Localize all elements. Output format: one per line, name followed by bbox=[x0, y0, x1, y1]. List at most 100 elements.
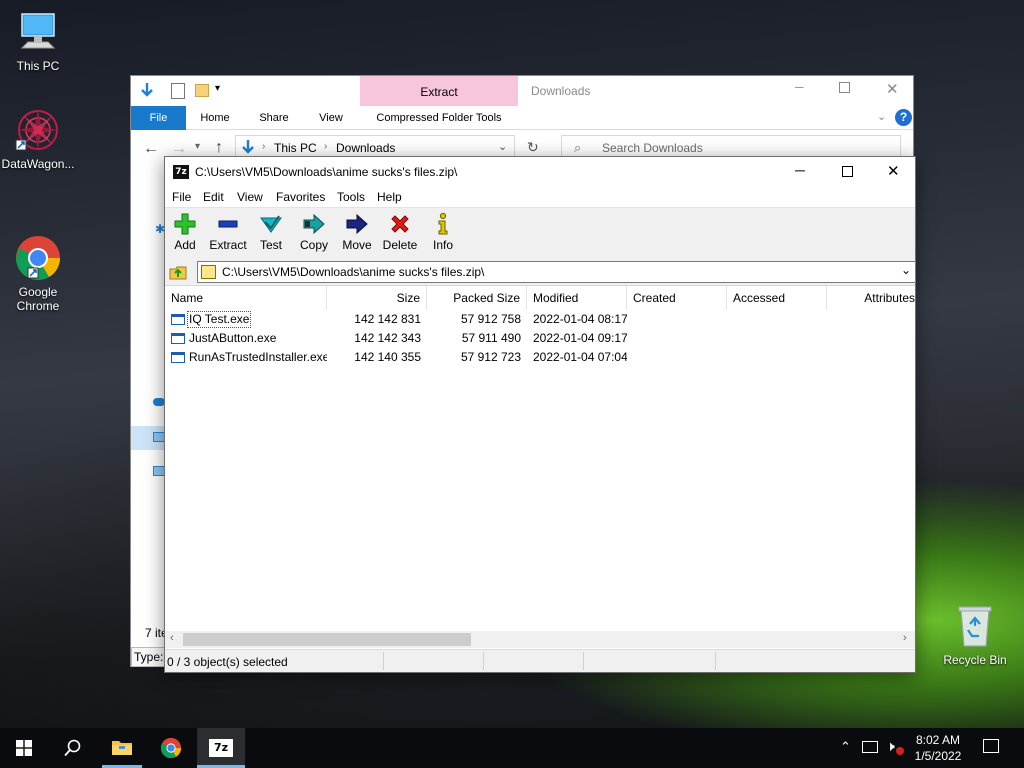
extract-label: Extract bbox=[209, 238, 247, 252]
column-modified[interactable]: Modified bbox=[527, 286, 627, 310]
volume-muted-icon[interactable]: 🕨 bbox=[886, 738, 895, 755]
menu-file[interactable]: File bbox=[172, 187, 191, 207]
horizontal-scrollbar[interactable]: ‹ › bbox=[165, 631, 915, 648]
up-icon[interactable]: ↑ bbox=[215, 139, 223, 157]
path-dropdown-icon[interactable]: ⌄ bbox=[901, 263, 911, 277]
tab-share[interactable]: Share bbox=[251, 106, 297, 130]
tab-file[interactable]: File bbox=[131, 106, 186, 130]
address-dropdown-icon[interactable]: ⌄ bbox=[498, 140, 507, 153]
tab-view[interactable]: View bbox=[309, 106, 353, 130]
breadcrumb-separator: › bbox=[262, 141, 266, 152]
taskbar-file-explorer[interactable] bbox=[98, 728, 146, 768]
search-button[interactable] bbox=[48, 728, 96, 768]
nav-item-this-pc-selected[interactable] bbox=[131, 426, 165, 450]
properties-icon[interactable] bbox=[171, 83, 185, 99]
chrome-icon bbox=[160, 737, 182, 759]
explorer-ribbon-tabs: File Home Share View Compressed Folder T… bbox=[131, 106, 913, 130]
delete-button[interactable]: Delete bbox=[378, 210, 422, 258]
clock[interactable]: 8:02 AM 1/5/2022 bbox=[910, 732, 966, 764]
column-size[interactable]: Size bbox=[327, 286, 427, 310]
scrollbar-thumb[interactable] bbox=[183, 633, 471, 646]
explorer-type-tooltip: Type: bbox=[131, 647, 165, 667]
file-modified: 2022-01-04 09:17 bbox=[533, 331, 627, 345]
test-button[interactable]: Test bbox=[249, 210, 293, 258]
table-row[interactable]: JustAButton.exe 142 142 343 57 911 490 2… bbox=[165, 329, 915, 348]
menu-favorites[interactable]: Favorites bbox=[276, 187, 325, 207]
scroll-left-icon[interactable]: ‹ bbox=[170, 632, 174, 644]
path-input[interactable]: C:\Users\VM5\Downloads\anime sucks's fil… bbox=[222, 265, 484, 279]
ribbon-expand-icon[interactable]: ⌄ bbox=[877, 110, 886, 123]
close-icon[interactable]: ✕ bbox=[887, 162, 900, 180]
clock-time: 8:02 AM bbox=[915, 733, 961, 747]
7zip-window-title: C:\Users\VM5\Downloads\anime sucks's fil… bbox=[195, 165, 458, 179]
delete-icon bbox=[388, 212, 412, 236]
ribbon-context-header: Extract bbox=[360, 76, 518, 106]
tab-compressed-folder-tools[interactable]: Compressed Folder Tools bbox=[360, 106, 518, 130]
status-divider bbox=[715, 652, 716, 670]
recycle-bin-icon bbox=[951, 602, 999, 650]
new-folder-icon[interactable] bbox=[195, 84, 209, 97]
column-accessed[interactable]: Accessed bbox=[727, 286, 827, 310]
breadcrumb-downloads[interactable]: Downloads bbox=[336, 141, 395, 155]
column-packed-size[interactable]: Packed Size bbox=[427, 286, 527, 310]
table-row[interactable]: RunAsTrustedInstaller.exe 142 140 355 57… bbox=[165, 348, 915, 367]
maximize-icon[interactable] bbox=[842, 166, 853, 177]
recent-dropdown-icon[interactable]: ▾ bbox=[195, 141, 200, 152]
taskbar-7zip[interactable]: 7z bbox=[197, 728, 245, 768]
desktop-icon-label: Recycle Bin bbox=[943, 653, 1007, 667]
info-button[interactable]: Info bbox=[421, 210, 465, 258]
clock-date: 1/5/2022 bbox=[914, 749, 962, 763]
menu-help[interactable]: Help bbox=[377, 187, 402, 207]
status-divider bbox=[383, 652, 384, 670]
file-name: IQ Test.exe bbox=[187, 311, 252, 328]
path-combobox[interactable]: C:\Users\VM5\Downloads\anime sucks's fil… bbox=[197, 261, 916, 283]
table-row[interactable]: IQ Test.exe 142 142 831 57 912 758 2022-… bbox=[165, 310, 915, 329]
datawagon-icon bbox=[14, 106, 62, 154]
close-icon[interactable]: ✕ bbox=[886, 80, 899, 98]
start-button[interactable] bbox=[0, 728, 48, 768]
desktop-icon-this-pc[interactable]: This PC bbox=[0, 8, 76, 73]
taskbar-chrome[interactable] bbox=[148, 728, 196, 768]
help-icon[interactable]: ? bbox=[895, 109, 912, 126]
column-created[interactable]: Created bbox=[627, 286, 727, 310]
minimize-icon[interactable]: ─ bbox=[795, 80, 804, 94]
7zip-file-manager-window[interactable]: 7z C:\Users\VM5\Downloads\anime sucks's … bbox=[164, 156, 916, 673]
7zip-titlebar[interactable]: 7z C:\Users\VM5\Downloads\anime sucks's … bbox=[165, 157, 915, 187]
copy-icon bbox=[302, 212, 326, 236]
column-name[interactable]: Name bbox=[165, 286, 327, 310]
show-hidden-icons[interactable]: ⌃ bbox=[840, 739, 851, 755]
add-button[interactable]: Add bbox=[163, 210, 207, 258]
network-icon[interactable] bbox=[862, 741, 878, 753]
mute-x-badge bbox=[896, 747, 904, 755]
maximize-icon[interactable] bbox=[839, 82, 850, 93]
7zip-file-list[interactable]: Name Size Packed Size Modified Created A… bbox=[165, 285, 915, 633]
file-modified: 2022-01-04 08:17 bbox=[533, 312, 627, 326]
notification-icon[interactable] bbox=[983, 739, 999, 753]
desktop-icon-datawagon[interactable]: DataWagon... bbox=[0, 106, 76, 171]
move-button[interactable]: Move bbox=[335, 210, 379, 258]
7zip-path-bar: C:\Users\VM5\Downloads\anime sucks's fil… bbox=[165, 259, 916, 285]
explorer-nav-pane: ✱ bbox=[131, 166, 165, 666]
exe-file-icon bbox=[171, 314, 185, 325]
back-icon[interactable]: ← bbox=[143, 140, 159, 158]
add-icon bbox=[173, 212, 197, 236]
menu-edit[interactable]: Edit bbox=[203, 187, 224, 207]
zip-archive-icon bbox=[201, 265, 216, 279]
scroll-right-icon[interactable]: › bbox=[903, 632, 907, 644]
copy-button[interactable]: Copy bbox=[292, 210, 336, 258]
refresh-icon[interactable]: ↻ bbox=[527, 139, 539, 156]
extract-button[interactable]: Extract bbox=[206, 210, 250, 258]
column-attributes[interactable]: Attributes bbox=[827, 286, 915, 310]
quick-access-dropdown-icon[interactable]: ▾ bbox=[215, 83, 220, 94]
desktop-icon-recycle-bin[interactable]: Recycle Bin bbox=[937, 602, 1013, 667]
tab-home[interactable]: Home bbox=[193, 106, 237, 130]
desktop-icon-chrome[interactable]: Google Chrome bbox=[0, 206, 76, 327]
minimize-icon[interactable]: ─ bbox=[795, 162, 805, 178]
search-input[interactable]: Search Downloads bbox=[602, 141, 703, 155]
explorer-titlebar[interactable]: ▾ Extract Downloads ─ ✕ bbox=[131, 76, 913, 106]
menu-tools[interactable]: Tools bbox=[337, 187, 365, 207]
menu-view[interactable]: View bbox=[237, 187, 263, 207]
folder-up-icon[interactable] bbox=[169, 263, 187, 284]
breadcrumb-this-pc[interactable]: This PC bbox=[274, 141, 317, 155]
file-packed-size: 57 912 758 bbox=[460, 312, 521, 326]
